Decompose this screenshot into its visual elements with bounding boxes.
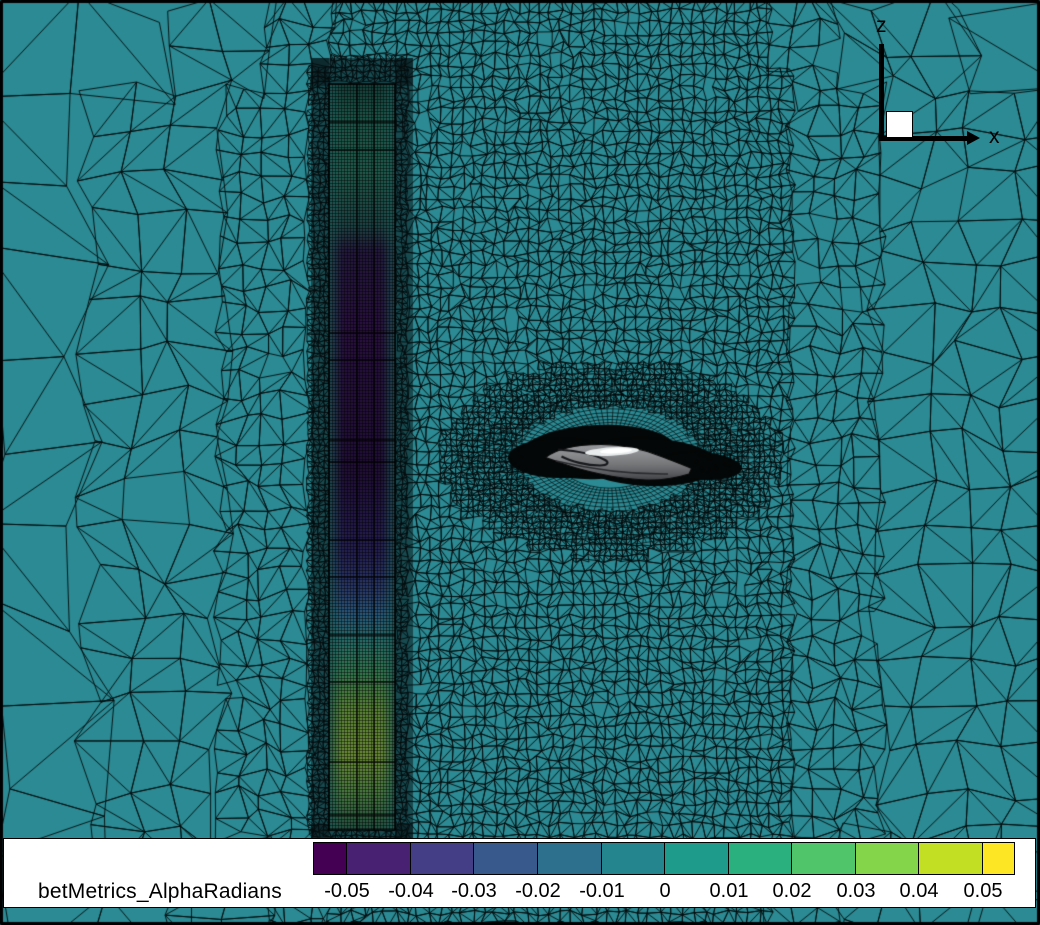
colorbar-band <box>601 842 665 875</box>
colorbar-tick-label: -0.03 <box>451 880 497 903</box>
viewport: z x betMetrics_AlphaRadians -0.05-0.04-0… <box>0 0 1040 925</box>
colorbar-tick-label: -0.02 <box>515 880 561 903</box>
colorbar-band <box>791 842 856 875</box>
colorbar-band <box>728 842 792 875</box>
colorbar-band <box>313 842 347 875</box>
colorbar-tick-label: 0.02 <box>773 880 812 903</box>
colorbar-band <box>346 842 411 875</box>
colorbar-band <box>918 842 983 875</box>
colorbar-tick-label: 0.05 <box>964 880 1003 903</box>
colorbar-band <box>982 842 1015 875</box>
colorbar-tick-label: 0.01 <box>710 880 749 903</box>
colorbar-tick-label: -0.01 <box>579 880 625 903</box>
colorbar-tick-label: 0 <box>659 880 670 903</box>
colorbar-legend: betMetrics_AlphaRadians -0.05-0.04-0.03-… <box>3 838 1036 908</box>
colorbar-band <box>410 842 474 875</box>
colorbar-band <box>537 842 602 875</box>
colorbar-band <box>664 842 729 875</box>
colorbar-tick-label: 0.03 <box>837 880 876 903</box>
colorbar-band <box>473 842 538 875</box>
colorbar-tick-label: -0.04 <box>388 880 434 903</box>
colorbar-tick-label: -0.05 <box>324 880 370 903</box>
legend-variable-name: betMetrics_AlphaRadians <box>38 880 282 904</box>
colorbar-tick-label: 0.04 <box>900 880 939 903</box>
mesh-render-canvas[interactable] <box>0 0 1040 925</box>
colorbar-band <box>855 842 919 875</box>
